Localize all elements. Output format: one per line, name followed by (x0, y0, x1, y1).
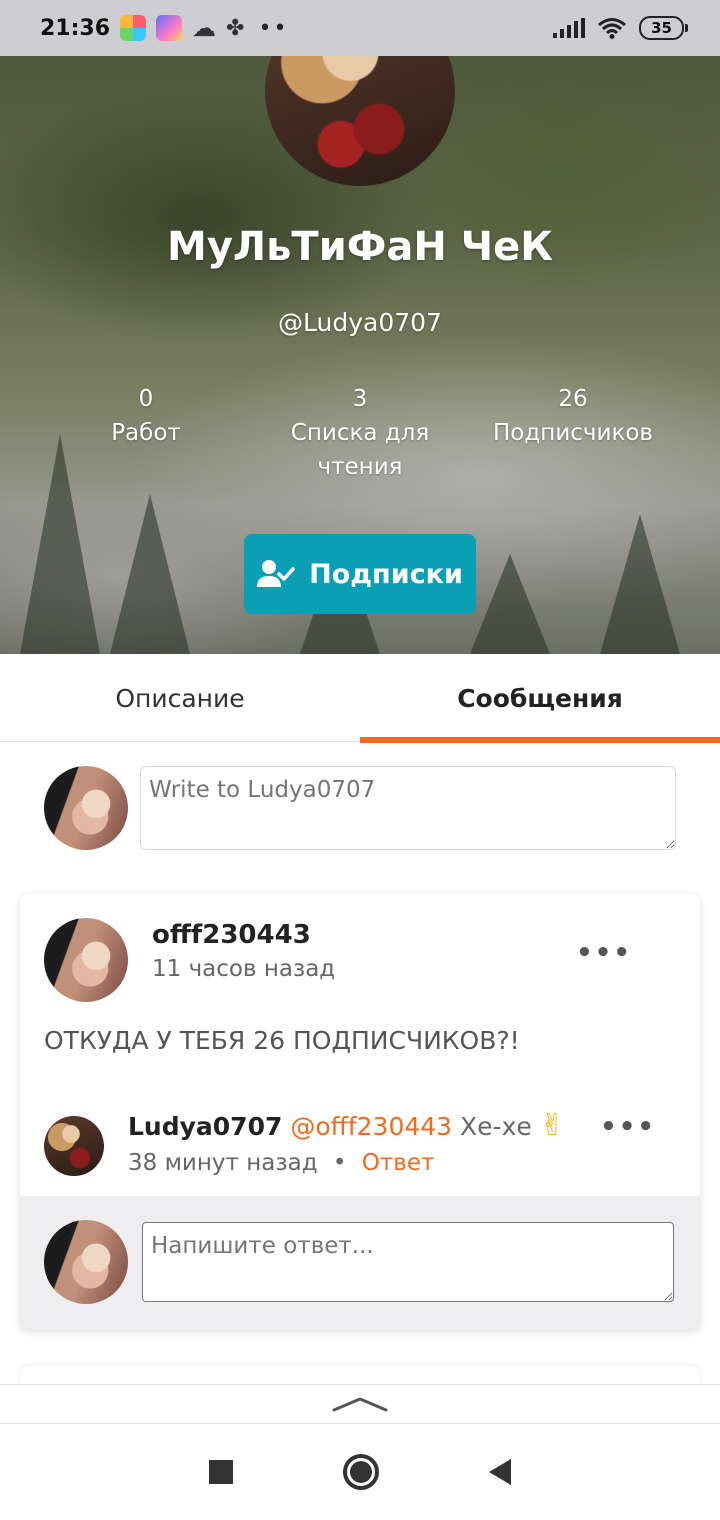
profile-handle: @Ludya0707 (278, 308, 442, 337)
following-button-label: Подписки (309, 558, 463, 590)
reply-meta: 38 минут назад • Ответ (128, 1150, 434, 1176)
profile-tabs: Описание Сообщения (0, 654, 720, 743)
status-bar: 21:36 ☁ ✤ •• 35 (0, 0, 720, 56)
message-text: ОТКУДА У ТЕБЯ 26 ПОДПИСЧИКОВ?! (44, 1026, 520, 1055)
reply-text: Хе-хе (460, 1112, 532, 1141)
message-card: offf230443 11 часов назад ••• ОТКУДА У Т… (20, 894, 700, 1330)
stat-label: Списка для чтения (290, 420, 430, 480)
profile-header: МуЛьТиФаН ЧеК @Ludya0707 0 Работ 3 Списк… (0, 56, 720, 654)
stat-value: 26 (558, 386, 588, 412)
stat-label: Работ (111, 420, 181, 446)
stat-works[interactable]: 0 Работ (76, 382, 216, 450)
reply-time: 38 минут назад (128, 1150, 318, 1176)
reply-compose (20, 1196, 700, 1330)
reply-more-icon[interactable]: ••• (600, 1112, 656, 1142)
message-time: 11 часов назад (152, 956, 336, 982)
app-icon-1 (120, 15, 147, 41)
stat-followers[interactable]: 26 Подписчиков (482, 382, 664, 450)
reply-content: Ludya0707 @offf230443 Хе-хе ✌ (128, 1108, 565, 1143)
stat-label: Подписчиков (493, 420, 653, 446)
reply-mention[interactable]: @offf230443 (290, 1112, 452, 1141)
stat-reading-lists[interactable]: 3 Списка для чтения (270, 382, 450, 484)
recents-icon[interactable] (209, 1460, 233, 1484)
tab-messages[interactable]: Сообщения (360, 654, 720, 743)
reply-author-avatar[interactable] (44, 1116, 104, 1176)
pinwheel-icon: ✤ (226, 15, 245, 41)
compose-message-input[interactable] (140, 766, 676, 850)
battery-level: 35 (651, 19, 672, 37)
back-icon[interactable] (489, 1459, 511, 1485)
message-author-avatar[interactable] (44, 918, 128, 1002)
scroll-up-handle[interactable] (0, 1384, 720, 1424)
app-icon-2 (156, 15, 183, 41)
profile-name: МуЛьТиФаН ЧеК (167, 224, 553, 270)
status-time: 21:36 (40, 15, 111, 41)
victory-hand-emoji: ✌ (539, 1108, 565, 1143)
reply-author[interactable]: Ludya0707 (128, 1112, 282, 1141)
current-user-avatar (44, 1220, 128, 1304)
battery-icon: 35 (639, 16, 688, 40)
stat-value: 3 (352, 386, 368, 412)
chevron-up-icon (332, 1397, 388, 1412)
reply-link[interactable]: Ответ (362, 1150, 435, 1176)
home-icon[interactable] (343, 1454, 379, 1490)
more-dots-icon: •• (258, 15, 289, 41)
following-button[interactable]: Подписки (244, 534, 476, 614)
cloud-icon: ☁ (192, 14, 217, 42)
message-more-icon[interactable]: ••• (576, 938, 632, 968)
message-author[interactable]: offf230443 (152, 920, 311, 950)
wifi-icon (598, 18, 627, 39)
stat-value: 0 (138, 386, 154, 412)
reply-separator: • (332, 1150, 347, 1176)
signal-icon (553, 18, 586, 38)
reply-input[interactable] (142, 1222, 674, 1302)
tab-description[interactable]: Описание (0, 654, 360, 742)
current-user-avatar (44, 766, 128, 850)
system-nav-bar (0, 1424, 720, 1520)
user-check-icon (257, 560, 295, 587)
